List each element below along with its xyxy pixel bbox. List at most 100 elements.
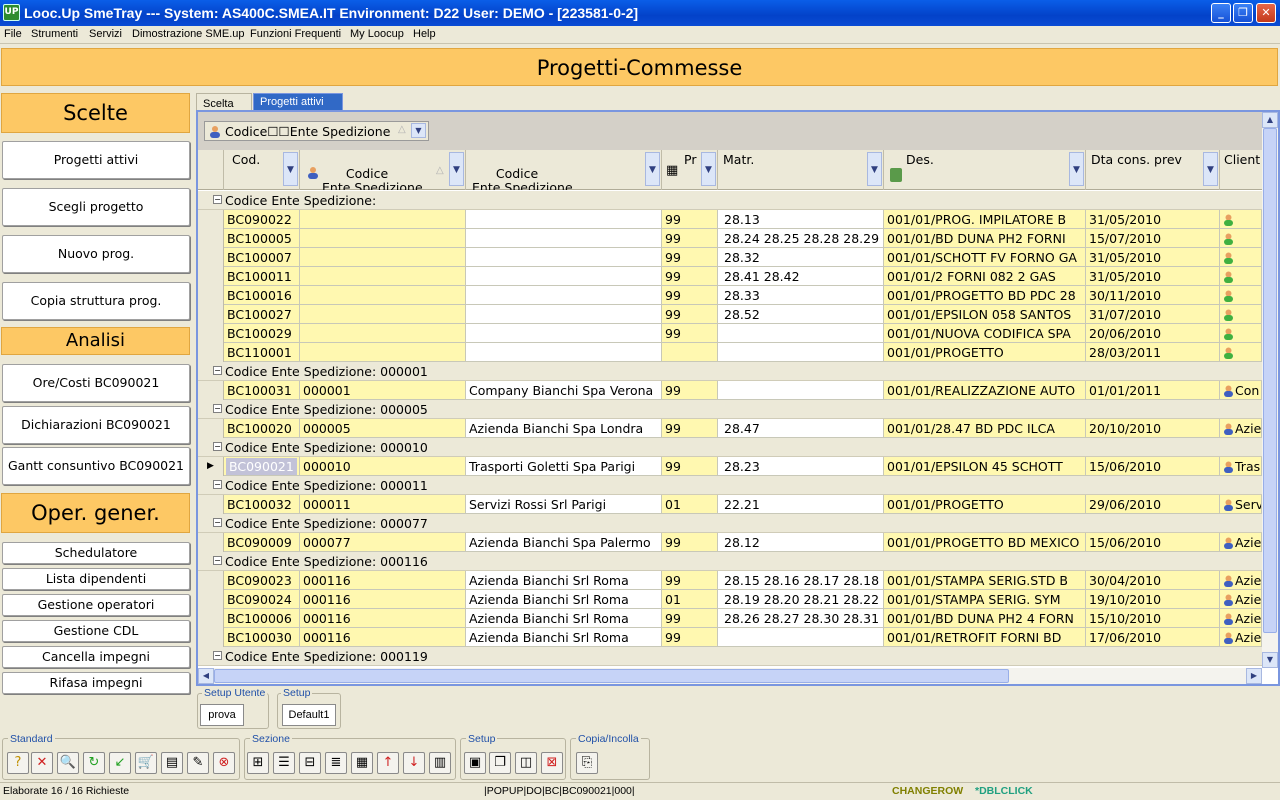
cell-cod[interactable]: BC100005 (224, 229, 300, 248)
cell-des[interactable]: 001/01/SCHOTT FV FORNO GA (884, 248, 1086, 267)
group-row[interactable]: − Codice Ente Spedizione: (198, 191, 1262, 210)
default1-button[interactable]: Default1 (282, 704, 336, 726)
cell-codice-ente-desc[interactable] (466, 324, 662, 343)
row-selector[interactable] (198, 343, 224, 362)
table-row[interactable]: BC100016 99 28.33 001/01/PROGETTO BD PDC 28… (198, 286, 1262, 305)
cell-dta-cons-prev[interactable]: 31/05/2010 (1086, 248, 1220, 267)
cell-codice-ente-desc[interactable] (466, 305, 662, 324)
gestione-cdl-button[interactable]: Gestione CDL (2, 620, 190, 642)
group-row[interactable]: − Codice Ente Spedizione: 000005 (198, 400, 1262, 419)
minimize-button[interactable]: _ (1211, 3, 1231, 23)
cell-codice-ente-desc[interactable] (466, 343, 662, 362)
row-selector[interactable] (198, 628, 224, 647)
table-row[interactable]: BC100011 99 28.41 28.42 001/01/2 FORNI 082 … (198, 267, 1262, 286)
cell-codice-ente[interactable] (300, 267, 466, 286)
cell-cliente[interactable]: Serv (1220, 495, 1262, 514)
cell-codice-ente-desc[interactable]: Servizi Rossi Srl Parigi (466, 495, 662, 514)
cell-codice-ente[interactable] (300, 229, 466, 248)
col-matr[interactable]: Matr. ▼ (718, 150, 884, 190)
cell-cliente[interactable]: Azie (1220, 571, 1262, 590)
row-selector[interactable] (198, 210, 224, 229)
rifasa-impegni-button[interactable]: Rifasa impegni (2, 672, 190, 694)
help-icon[interactable]: ? (7, 752, 29, 774)
cell-cliente[interactable]: Azie (1220, 533, 1262, 552)
cell-cod[interactable]: BC100011 (224, 267, 300, 286)
cell-cod[interactable]: BC090023 (224, 571, 300, 590)
row-selector[interactable] (198, 305, 224, 324)
close-button[interactable]: ✕ (1256, 3, 1276, 23)
row-selector[interactable] (198, 324, 224, 343)
cell-codice-ente-desc[interactable]: Trasporti Goletti Spa Parigi (466, 457, 662, 476)
cell-des[interactable]: 001/01/PROGETTO BD PDC 28 (884, 286, 1086, 305)
collapse-icon[interactable]: − (213, 195, 222, 204)
cell-dta-cons-prev[interactable]: 31/05/2010 (1086, 267, 1220, 286)
cell-matr[interactable] (718, 628, 884, 647)
cell-codice-ente-desc[interactable]: Azienda Bianchi Spa Londra (466, 419, 662, 438)
cell-cliente[interactable]: Azie (1220, 590, 1262, 609)
chevron-down-icon[interactable]: ▼ (867, 152, 882, 186)
cell-dta-cons-prev[interactable]: 15/06/2010 (1086, 533, 1220, 552)
table-row[interactable]: BC100020 000005 Azienda Bianchi Spa Londra… (198, 419, 1262, 438)
cell-codice-ente[interactable] (300, 248, 466, 267)
cell-dta-cons-prev[interactable]: 31/05/2010 (1086, 210, 1220, 229)
row-selector[interactable] (198, 286, 224, 305)
cell-matr[interactable]: 28.13 (718, 210, 884, 229)
collapse-icon[interactable]: − (213, 651, 222, 660)
cell-codice-ente-desc[interactable]: Azienda Bianchi Spa Palermo (466, 533, 662, 552)
table-row[interactable]: BC100005 99 28.24 28.25 28.28 28.29 001/01/… (198, 229, 1262, 248)
scroll-left-icon[interactable]: ◀ (198, 668, 214, 684)
group-chip[interactable]: Codice☐☐Ente Spedizione △ ▼ (204, 121, 429, 141)
chevron-down-icon[interactable]: ▼ (449, 152, 464, 186)
cell-codice-ente-desc[interactable]: Azienda Bianchi Srl Roma (466, 628, 662, 647)
cell-matr[interactable]: 28.33 (718, 286, 884, 305)
col-codice-ente-2[interactable]: Codice Ente Spedizione ▼ (466, 150, 662, 190)
cell-pr[interactable]: 99 (662, 210, 718, 229)
cell-codice-ente-desc[interactable]: Azienda Bianchi Srl Roma (466, 590, 662, 609)
cell-des[interactable]: 001/01/EPSILON 058 SANTOS (884, 305, 1086, 324)
cell-pr[interactable]: 01 (662, 495, 718, 514)
cell-des[interactable]: 001/01/PROG. IMPILATORE B (884, 210, 1086, 229)
scroll-thumb[interactable] (1263, 128, 1277, 633)
row-selector[interactable] (198, 248, 224, 267)
cell-des[interactable]: 001/01/PROGETTO BD MEXICO (884, 533, 1086, 552)
cell-cliente[interactable] (1220, 229, 1262, 248)
cell-cliente[interactable]: Con (1220, 381, 1262, 400)
nuovo-prog-button[interactable]: Nuovo prog. (2, 235, 190, 273)
cell-codice-ente[interactable]: 000005 (300, 419, 466, 438)
save-icon[interactable]: ▣ (464, 752, 486, 774)
menu-funzioni-frequenti[interactable]: Funzioni Frequenti (250, 28, 341, 40)
row-selector[interactable] (198, 590, 224, 609)
cell-cliente[interactable] (1220, 286, 1262, 305)
cell-des[interactable]: 001/01/BD DUNA PH2 FORNI (884, 229, 1086, 248)
cell-matr[interactable]: 28.26 28.27 28.30 28.31 (718, 609, 884, 628)
tree-icon[interactable]: ⊞ (247, 752, 269, 774)
collapse-icon[interactable]: − (213, 366, 222, 375)
list-icon[interactable]: ☰ (273, 752, 295, 774)
menu-dimostrazione[interactable]: Dimostrazione SME.up (132, 28, 245, 40)
ore-costi-button[interactable]: Ore/Costi BC090021 (2, 364, 190, 402)
cell-matr[interactable] (718, 343, 884, 362)
cell-des[interactable]: 001/01/BD DUNA PH2 4 FORN (884, 609, 1086, 628)
cell-pr[interactable]: 99 (662, 229, 718, 248)
search-icon[interactable]: 🔍 (57, 752, 79, 774)
cell-dta-cons-prev[interactable]: 30/04/2010 (1086, 571, 1220, 590)
menu-strumenti[interactable]: Strumenti (31, 28, 78, 40)
lista-dipendenti-button[interactable]: Lista dipendenti (2, 568, 190, 590)
cell-pr[interactable]: 99 (662, 381, 718, 400)
cell-cod[interactable]: BC090021 (224, 457, 300, 476)
cell-des[interactable]: 001/01/RETROFIT FORNI BD (884, 628, 1086, 647)
arrow-up-icon[interactable]: ↑ (377, 752, 399, 774)
chevron-down-icon[interactable]: ▼ (411, 123, 426, 138)
cell-codice-ente[interactable]: 000116 (300, 609, 466, 628)
tree-add-icon[interactable]: ⊟ (299, 752, 321, 774)
cell-cliente[interactable] (1220, 343, 1262, 362)
cell-dta-cons-prev[interactable]: 15/07/2010 (1086, 229, 1220, 248)
cell-dta-cons-prev[interactable]: 01/01/2011 (1086, 381, 1220, 400)
collapse-icon[interactable]: − (213, 480, 222, 489)
cell-codice-ente[interactable]: 000010 (300, 457, 466, 476)
schedulatore-button[interactable]: Schedulatore (2, 542, 190, 564)
scroll-up-icon[interactable]: ▲ (1262, 112, 1278, 128)
horizontal-scrollbar[interactable]: ◀ ▶ (198, 668, 1262, 684)
table-row[interactable]: BC090024 000116 Azienda Bianchi Srl Roma 01… (198, 590, 1262, 609)
group-row[interactable]: − Codice Ente Spedizione: 000116 (198, 552, 1262, 571)
